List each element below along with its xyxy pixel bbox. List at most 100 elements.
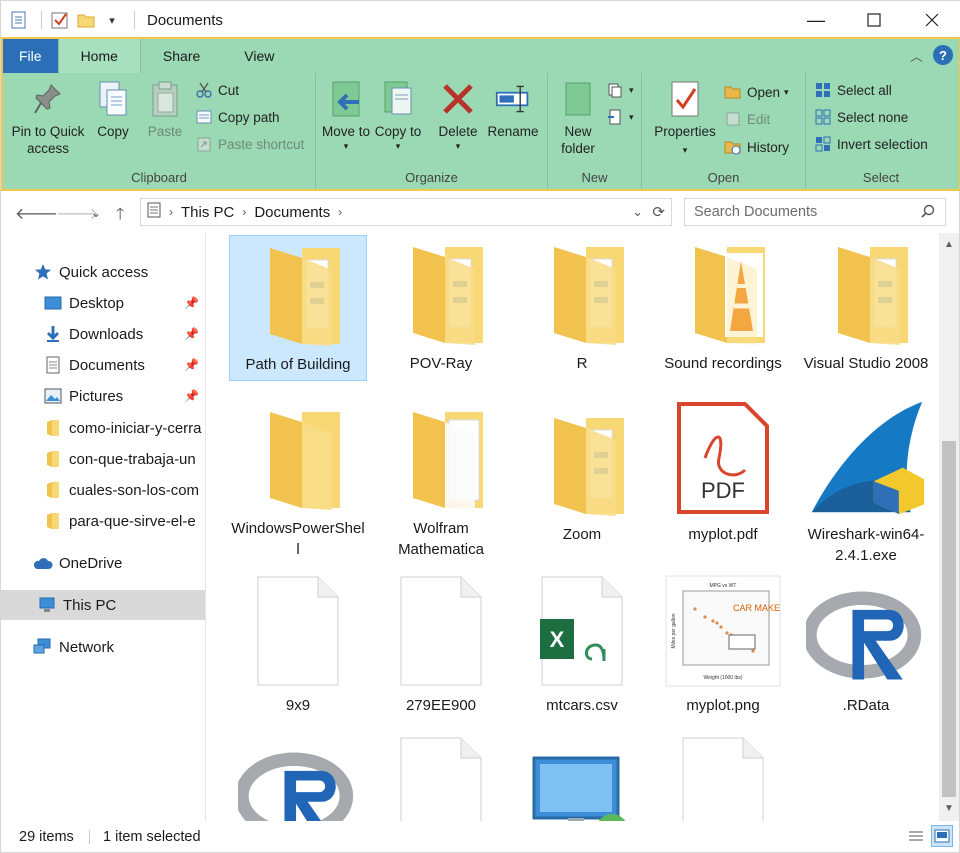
file-item[interactable]: MPG vs WT CAR MAKE Weight (1000 lbs) Miles …	[654, 575, 792, 723]
selection-count: 1 item selected	[103, 829, 201, 845]
copy-to-button[interactable]: Copy to ▾	[374, 79, 422, 155]
window-controls: —	[787, 1, 960, 39]
open-button[interactable]: Open ▾	[724, 81, 789, 103]
nav-desktop[interactable]: Desktop 📌	[1, 288, 205, 318]
folder-docs-icon	[381, 235, 501, 345]
file-item[interactable]: R	[513, 235, 651, 381]
tab-share[interactable]: Share	[141, 39, 222, 73]
blank-icon	[381, 737, 501, 821]
nav-quick-access[interactable]: Quick access	[1, 257, 205, 287]
paste-button[interactable]: Paste	[141, 79, 189, 140]
details-view-button[interactable]	[905, 825, 927, 847]
chevron-right-icon[interactable]: ›	[242, 205, 246, 219]
file-name: R	[576, 355, 588, 372]
pin-icon[interactable]: 📌	[184, 389, 199, 403]
scroll-up-icon[interactable]: ▲	[944, 239, 954, 250]
search-input[interactable]: Search Documents	[684, 198, 946, 226]
file-item[interactable]: POV-Ray	[372, 235, 510, 381]
pin-icon[interactable]: 📌	[184, 327, 199, 341]
recent-locations-icon[interactable]: ⌄	[91, 206, 101, 220]
file-item[interactable]: 279EE900	[372, 576, 510, 723]
rename-icon	[495, 79, 531, 119]
folder-icon[interactable]	[76, 10, 96, 30]
nav-network[interactable]: Network	[1, 632, 205, 662]
nav-folder[interactable]: para-que-sirve-el-e	[1, 506, 205, 536]
large-icons-view-button[interactable]	[931, 825, 953, 847]
cut-button[interactable]: Cut	[195, 79, 239, 101]
new-folder-button[interactable]: New folder	[554, 79, 602, 157]
pin-icon[interactable]: 📌	[184, 296, 199, 310]
breadcrumb-this-pc[interactable]: This PC	[181, 204, 234, 221]
maximize-button[interactable]	[845, 1, 903, 39]
paste-shortcut-button[interactable]: Paste shortcut	[195, 133, 304, 155]
chevron-right-icon[interactable]: ›	[338, 205, 342, 219]
file-item[interactable]: .RData	[797, 577, 935, 723]
file-name: 279EE900	[405, 697, 477, 714]
file-item[interactable]	[654, 737, 792, 821]
file-item[interactable]	[513, 738, 651, 821]
nav-pictures[interactable]: Pictures 📌	[1, 381, 205, 411]
history-label: History	[747, 139, 790, 155]
close-button[interactable]	[903, 1, 960, 39]
nav-this-pc[interactable]: This PC	[1, 590, 205, 620]
file-item[interactable]: Xmtcars.csv	[513, 576, 651, 723]
tab-file[interactable]: File	[3, 39, 58, 73]
nav-folder[interactable]: con-que-trabaja-un	[1, 444, 205, 474]
properties-icon	[667, 79, 703, 119]
file-item[interactable]: PDF myplot.pdf	[654, 402, 792, 552]
collapse-ribbon-icon[interactable]: ︿	[910, 46, 923, 65]
file-item[interactable]	[372, 737, 510, 821]
checkmark-icon[interactable]	[50, 10, 70, 30]
select-all-button[interactable]: Select all	[814, 79, 892, 101]
address-bar[interactable]: › This PC › Documents › ⌄ ⟳	[140, 198, 672, 226]
move-to-button[interactable]: Move to ▾	[320, 79, 372, 155]
properties-button[interactable]: Properties ▾	[652, 79, 718, 159]
select-none-button[interactable]: Select none	[814, 106, 908, 128]
delete-button[interactable]: Delete ▾	[432, 79, 484, 155]
nav-folder[interactable]: cuales-son-los-com	[1, 475, 205, 505]
scroll-down-icon[interactable]: ▼	[944, 803, 954, 814]
address-dropdown-icon[interactable]: ⌄	[632, 204, 643, 220]
file-item[interactable]: Sound recordings	[654, 235, 792, 381]
new-item-button[interactable]: ▾	[606, 79, 634, 101]
breadcrumb-documents[interactable]: Documents	[254, 204, 330, 221]
customize-dropdown-icon[interactable]: ▾	[102, 10, 122, 30]
file-item[interactable]: Zoom	[513, 406, 651, 552]
file-item[interactable]: Wireshark-win64-2.4.1.exe	[797, 401, 935, 564]
scrollbar-thumb[interactable]	[942, 441, 956, 797]
file-item[interactable]	[229, 738, 367, 821]
pin-to-quick-access-button[interactable]: Pin to Quick access	[7, 79, 89, 157]
up-arrow-icon[interactable]: 🡑	[116, 203, 124, 230]
star-icon	[33, 262, 53, 282]
nav-onedrive[interactable]: OneDrive	[1, 548, 205, 578]
easy-access-button[interactable]: ▾	[606, 106, 634, 128]
rename-button[interactable]: Rename	[486, 79, 540, 140]
ribbon-groups: Pin to Quick access Copy Paste Cut Copy …	[3, 73, 959, 189]
file-item[interactable]: Wolfram Mathematica	[372, 406, 510, 558]
pin-icon[interactable]: 📌	[184, 358, 199, 372]
refresh-icon[interactable]: ⟳	[652, 203, 665, 221]
history-button[interactable]: History	[724, 136, 789, 158]
back-arrow-icon[interactable]: 🡐	[15, 203, 58, 224]
file-item[interactable]: WindowsPowerShell	[229, 406, 367, 558]
document-icon	[43, 355, 63, 375]
nav-folder[interactable]: como-iniciar-y-cerra	[1, 413, 205, 443]
properties-icon[interactable]	[9, 10, 29, 30]
help-icon[interactable]: ?	[933, 45, 953, 65]
copy-button[interactable]: Copy	[89, 79, 137, 140]
nav-documents[interactable]: Documents 📌	[1, 350, 205, 380]
minimize-button[interactable]: —	[787, 1, 845, 39]
file-item[interactable]: Path of Building	[229, 235, 367, 381]
tab-view[interactable]: View	[222, 39, 296, 73]
copy-path-label: Copy path	[218, 109, 280, 125]
vertical-scrollbar[interactable]: ▲ ▼	[939, 233, 959, 821]
search-icon[interactable]	[921, 204, 935, 222]
invert-selection-button[interactable]: Invert selection	[814, 133, 928, 155]
edit-button[interactable]: Edit	[724, 108, 770, 130]
tab-home[interactable]: Home	[57, 39, 141, 73]
chevron-right-icon[interactable]: ›	[169, 205, 173, 219]
nav-downloads[interactable]: Downloads 📌	[1, 319, 205, 349]
file-item[interactable]: 9x9	[229, 576, 367, 723]
file-item[interactable]: Visual Studio 2008	[797, 235, 935, 381]
copy-path-button[interactable]: Copy path	[195, 106, 280, 128]
